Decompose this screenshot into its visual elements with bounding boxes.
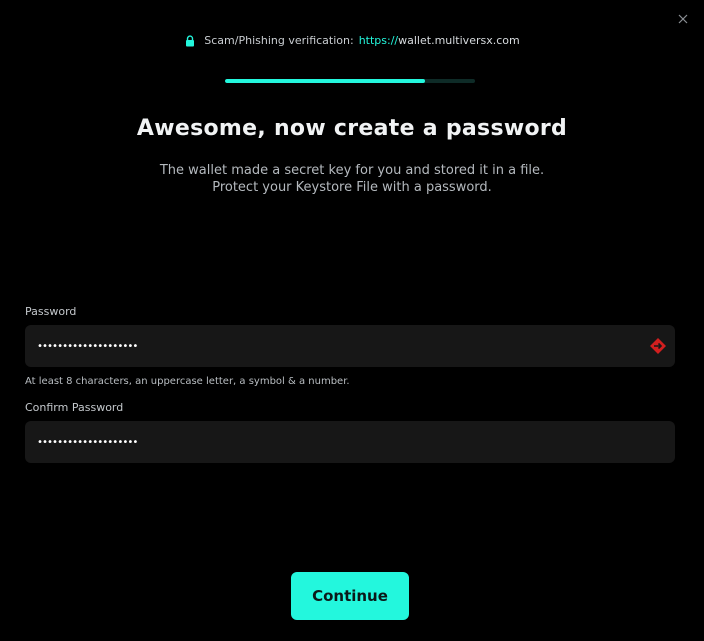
page-title: Awesome, now create a password bbox=[136, 116, 568, 141]
page-subtitle: The wallet made a secret key for you and… bbox=[0, 162, 704, 196]
progress-bar-fill bbox=[225, 79, 425, 83]
password-manager-icon[interactable] bbox=[649, 337, 667, 355]
verification-label: Scam/Phishing verification: bbox=[204, 34, 354, 47]
subtitle-line: Protect your Keystore File with a passwo… bbox=[212, 180, 492, 195]
continue-button[interactable]: Continue bbox=[291, 572, 409, 620]
create-password-page: Scam/Phishing verification: https:// wal… bbox=[0, 0, 704, 641]
phishing-verification-bar: Scam/Phishing verification: https:// wal… bbox=[0, 34, 704, 47]
confirm-password-label: Confirm Password bbox=[25, 401, 124, 414]
password-field bbox=[25, 325, 675, 367]
password-input[interactable] bbox=[37, 325, 637, 367]
lock-icon bbox=[184, 34, 196, 47]
confirm-password-field bbox=[25, 421, 675, 463]
verification-host: wallet.multiversx.com bbox=[398, 34, 520, 47]
verification-protocol: https:// bbox=[358, 34, 399, 47]
subtitle-line: The wallet made a secret key for you and… bbox=[159, 163, 545, 178]
close-icon[interactable] bbox=[675, 12, 691, 28]
confirm-password-input[interactable] bbox=[37, 421, 637, 463]
password-hint: At least 8 characters, an uppercase lett… bbox=[25, 376, 350, 387]
password-label: Password bbox=[25, 305, 77, 318]
progress-bar bbox=[225, 79, 475, 83]
